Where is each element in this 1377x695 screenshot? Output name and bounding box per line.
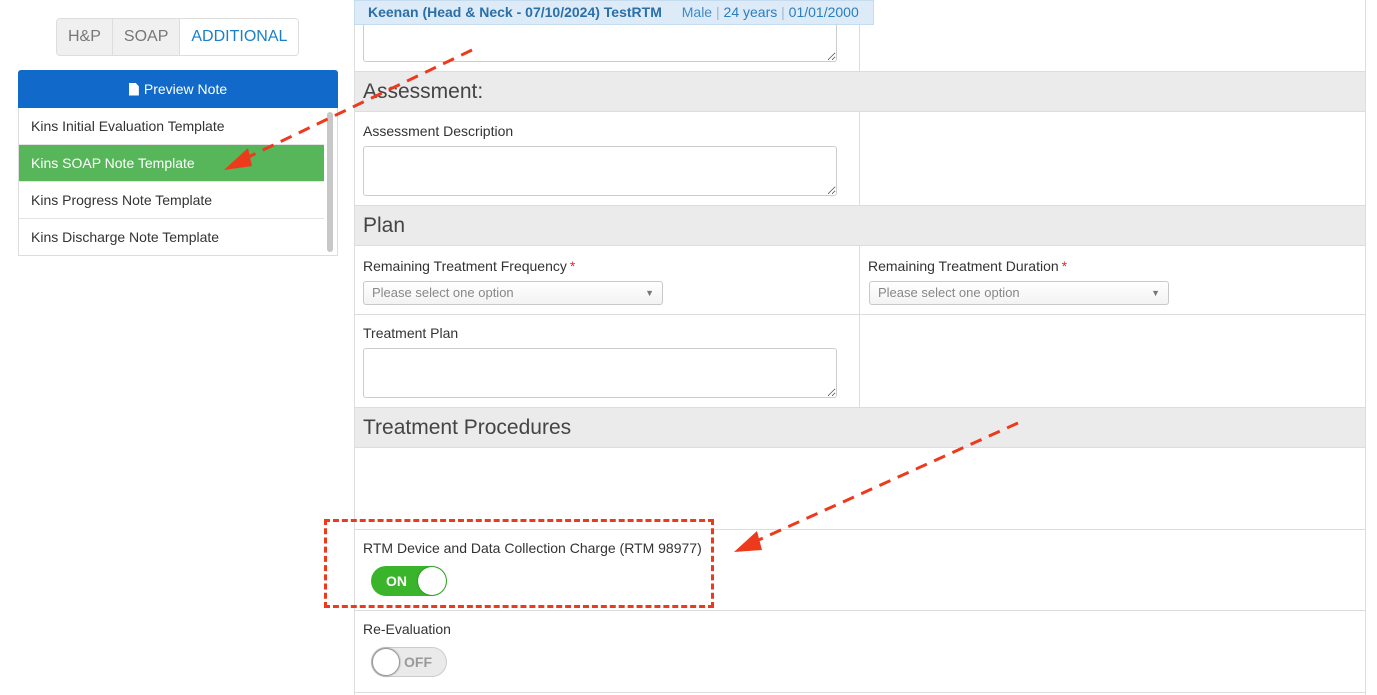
assessment-description-label: Assessment Description xyxy=(363,123,514,139)
re-evaluation-row: Re-Evaluation OFF xyxy=(355,611,1365,693)
patient-dob: 01/01/2000 xyxy=(788,4,859,20)
patient-name: Keenan (Head & Neck - 07/10/2024) TestRT… xyxy=(368,4,662,20)
treatment-plan-label: Treatment Plan xyxy=(363,325,459,341)
patient-age: 24 years xyxy=(723,4,778,20)
template-item-soap-note[interactable]: Kins SOAP Note Template xyxy=(19,145,324,182)
tab-additional[interactable]: ADDITIONAL xyxy=(180,19,299,55)
frequency-label: Remaining Treatment Frequency * xyxy=(363,258,576,274)
patient-banner: Keenan (Head & Neck - 07/10/2024) TestRT… xyxy=(354,0,874,25)
template-item-progress-note[interactable]: Kins Progress Note Template xyxy=(19,182,324,219)
procedures-empty-row xyxy=(355,448,1365,530)
file-icon xyxy=(128,82,139,96)
treatment-plan-field[interactable] xyxy=(363,348,837,398)
preview-note-button[interactable]: Preview Note xyxy=(18,70,338,108)
caret-down-icon: ▼ xyxy=(1151,288,1160,298)
treatment-plan-row: Treatment Plan xyxy=(355,315,1365,408)
caret-down-icon: ▼ xyxy=(645,288,654,298)
toggle-knob xyxy=(372,648,400,676)
tab-hp[interactable]: H&P xyxy=(57,19,113,55)
re-evaluation-label: Re-Evaluation xyxy=(363,621,451,637)
duration-label: Remaining Treatment Duration * xyxy=(868,258,1068,274)
note-type-tabs: H&P SOAP ADDITIONAL xyxy=(56,18,300,56)
template-item-discharge-note[interactable]: Kins Discharge Note Template xyxy=(19,219,324,255)
annotation-highlight-box xyxy=(324,519,714,608)
required-mark: * xyxy=(569,258,576,274)
assessment-row: Assessment Description xyxy=(355,112,1365,206)
template-list-scrollbar[interactable] xyxy=(327,112,333,252)
treatment-procedures-section-header: Treatment Procedures xyxy=(355,407,1365,448)
assessment-description-field[interactable] xyxy=(363,146,837,196)
plan-frequency-row: Remaining Treatment Frequency * Please se… xyxy=(355,246,1365,315)
re-evaluation-toggle[interactable]: OFF xyxy=(371,647,447,677)
frequency-select[interactable]: Please select one option ▼ xyxy=(363,281,663,305)
required-mark: * xyxy=(1061,258,1068,274)
template-item-initial-evaluation[interactable]: Kins Initial Evaluation Template xyxy=(19,108,324,145)
assessment-section-header: Assessment: xyxy=(355,71,1365,112)
preview-note-label: Preview Note xyxy=(143,81,228,97)
patient-sex: Male xyxy=(681,4,713,20)
tab-soap[interactable]: SOAP xyxy=(112,19,181,55)
duration-select[interactable]: Please select one option ▼ xyxy=(869,281,1169,305)
plan-section-header: Plan xyxy=(355,205,1365,246)
template-list: Kins Initial Evaluation Template Kins SO… xyxy=(18,108,338,256)
template-panel: Preview Note Kins Initial Evaluation Tem… xyxy=(18,70,338,256)
